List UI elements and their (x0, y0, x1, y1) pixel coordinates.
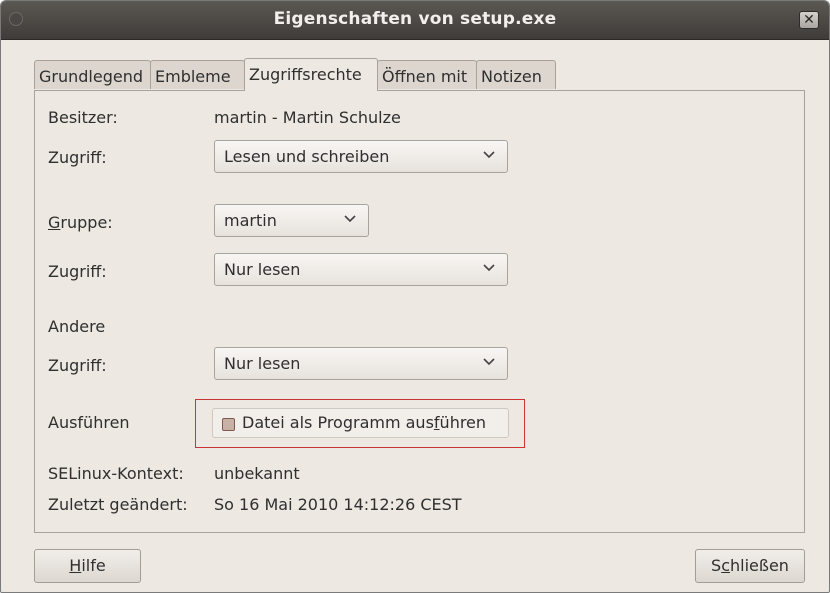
tab-grundlegend[interactable]: Grundlegend (34, 60, 151, 89)
permissions-panel: Besitzer: martin - Martin Schulze Zugrif… (34, 90, 805, 533)
owner-access-value: Lesen und schreiben (224, 147, 390, 166)
chevron-down-icon (483, 151, 495, 159)
owner-value: martin - Martin Schulze (214, 108, 401, 127)
help-button[interactable]: Hilfe (34, 549, 141, 583)
title-bar[interactable]: Eigenschaften von setup.exe ✕ (1, 1, 829, 40)
group-value: martin (224, 211, 277, 230)
chevron-down-icon (483, 358, 495, 366)
group-access-value: Nur lesen (224, 260, 301, 279)
modified-label: Zuletzt geändert: (48, 495, 188, 514)
group-select[interactable]: martin (214, 204, 369, 237)
others-access-select[interactable]: Nur lesen (214, 347, 508, 380)
owner-label: Besitzer: (48, 108, 118, 127)
checkbox-checked-icon[interactable] (222, 418, 235, 431)
close-window-button[interactable]: ✕ (799, 11, 819, 29)
others-access-label: Zugriff: (48, 356, 107, 375)
owner-access-label: Zugriff: (48, 148, 107, 167)
execute-checkbox[interactable]: Datei als Programm ausführen (212, 408, 509, 438)
others-label: Andere (48, 317, 106, 336)
tab-embleme[interactable]: Embleme (150, 60, 245, 89)
owner-access-select[interactable]: Lesen und schreiben (214, 140, 508, 173)
execute-label: Ausführen (48, 413, 130, 432)
chevron-down-icon (344, 215, 356, 223)
execute-checkbox-label[interactable]: Datei als Programm ausführen (242, 413, 486, 432)
tab-oeffnen-mit[interactable]: Öffnen mit (377, 60, 477, 89)
others-access-value: Nur lesen (224, 354, 301, 373)
selinux-value: unbekannt (214, 464, 300, 483)
tab-zugriffsrechte[interactable]: Zugriffsrechte (244, 58, 378, 91)
close-button[interactable]: Schließen (695, 549, 805, 583)
group-access-label: Zugriff: (48, 262, 107, 281)
group-access-select[interactable]: Nur lesen (214, 253, 508, 286)
window-title: Eigenschaften von setup.exe (273, 9, 557, 29)
group-label: Gruppe: (48, 213, 113, 232)
properties-window: Eigenschaften von setup.exe ✕ Grundlegen… (0, 0, 830, 593)
chevron-down-icon (483, 264, 495, 272)
tab-notizen[interactable]: Notizen (476, 60, 556, 89)
close-icon: ✕ (803, 12, 815, 28)
modified-value: So 16 Mai 2010 14:12:26 CEST (214, 495, 462, 514)
selinux-label: SELinux-Kontext: (48, 464, 184, 483)
